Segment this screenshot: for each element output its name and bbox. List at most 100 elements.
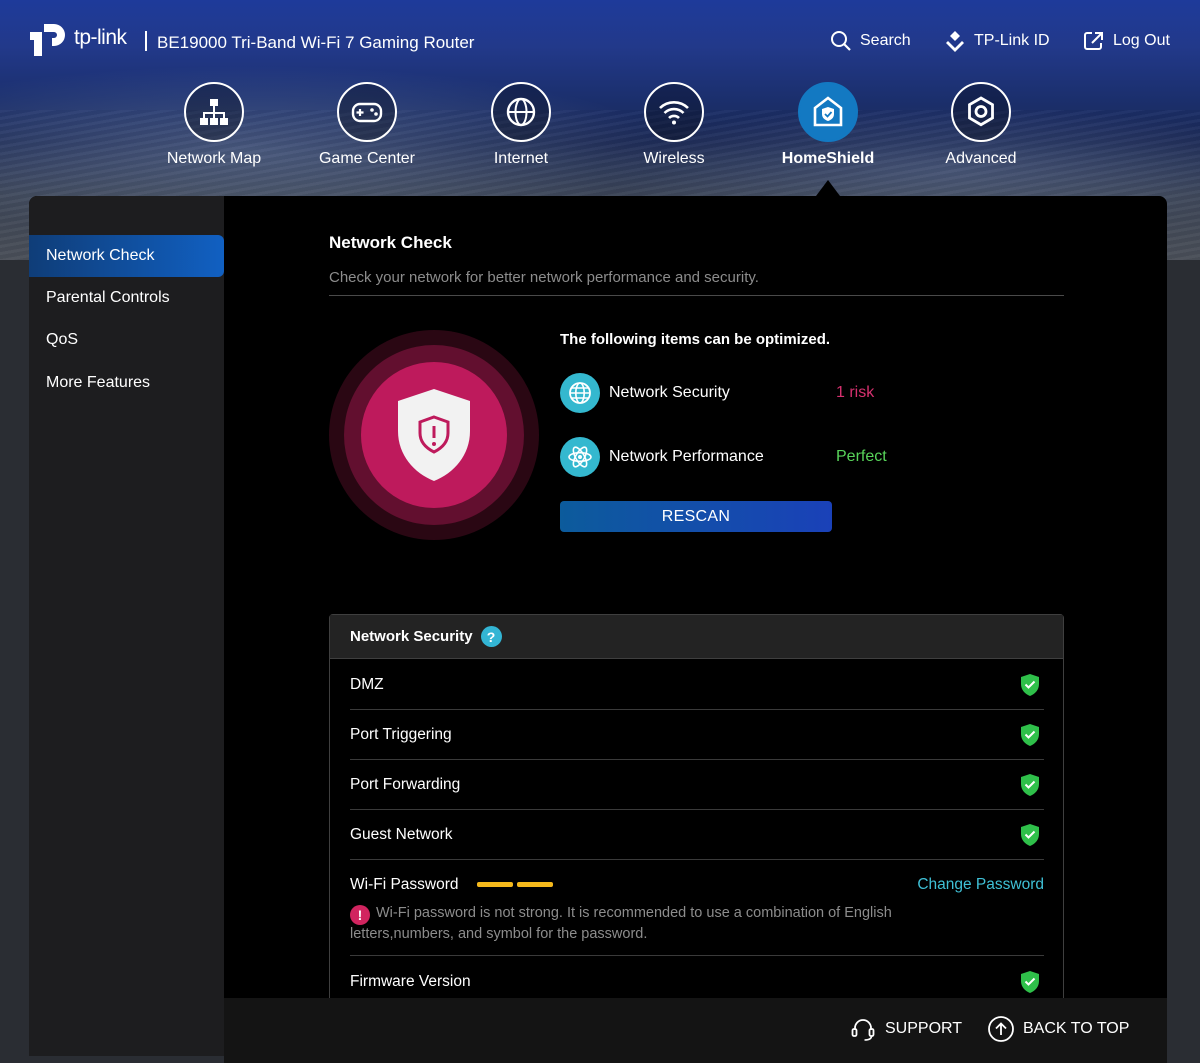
row-label: DMZ (350, 675, 384, 693)
row-label: Firmware Version (350, 973, 471, 990)
top-bar: tp-link BE19000 Tri-Band Wi-Fi 7 Gaming … (0, 0, 1200, 80)
nav-network-map[interactable]: Network Map (139, 82, 289, 168)
check-label: Network Performance (609, 448, 764, 465)
change-password-link[interactable]: Change Password (917, 876, 1044, 894)
check-network-performance: Network Performance Perfect (560, 437, 960, 477)
network-security-card: Network Security ? DMZ Port Triggering P… (329, 614, 1064, 1056)
optimize-title: The following items can be optimized. (560, 331, 831, 348)
status-ring (344, 345, 524, 525)
support-label: SUPPORT (885, 1020, 963, 1037)
security-row-port-forwarding: Port Forwarding (350, 760, 1044, 810)
nav-homeshield-circle (798, 82, 858, 142)
nav-advanced-circle (951, 82, 1011, 142)
help-icon[interactable]: ? (480, 626, 502, 647)
back-to-top-button[interactable]: BACK TO TOP (987, 1015, 1129, 1043)
warning-icon: ! (350, 905, 370, 925)
headset-icon (851, 1019, 875, 1041)
status-core (361, 362, 507, 508)
sidebar-item-qos[interactable]: QoS (29, 319, 224, 361)
shield-check-icon (1021, 674, 1039, 696)
check-status-risk: 1 risk (836, 384, 875, 401)
page-subtitle: Check your network for better network pe… (329, 269, 759, 286)
nav-label: Wireless (643, 150, 705, 167)
nav-game-center-circle (337, 82, 397, 142)
nav-advanced[interactable]: Advanced (906, 82, 1056, 168)
sidebar-item-network-check[interactable]: Network Check (29, 235, 224, 277)
password-strength-meter (477, 882, 553, 887)
divider (329, 295, 1064, 296)
row-label: Port Triggering (350, 725, 452, 743)
nav-label: Advanced (945, 150, 1017, 167)
nav-internet[interactable]: Internet (446, 82, 596, 168)
tplink-id-icon (946, 31, 964, 52)
risk-shield-icon (398, 389, 470, 481)
arrow-up-circle-icon (988, 1016, 1014, 1042)
homeshield-icon (813, 96, 843, 127)
shield-check-icon (1021, 971, 1039, 993)
main-panel: Network Check Parental Controls QoS More… (29, 196, 1167, 1056)
page-title: Network Check (329, 233, 452, 252)
network-security-header: Network Security ? (330, 615, 1063, 659)
support-button[interactable]: SUPPORT (849, 1015, 962, 1043)
logout-button[interactable]: Log Out (1083, 30, 1170, 52)
security-status-graphic (329, 330, 539, 540)
nav-wireless-circle (644, 82, 704, 142)
tplink-logo-icon[interactable] (28, 20, 70, 60)
footer-bar: SUPPORT BACK TO TOP (224, 998, 1167, 1063)
nav-network-map-circle (184, 82, 244, 142)
shield-check-icon (1021, 774, 1039, 796)
wifi-icon (659, 101, 689, 125)
nav-label: Game Center (318, 150, 416, 167)
brand-name: tp-link (74, 26, 127, 49)
nav-game-center[interactable]: Game Center (292, 82, 442, 168)
nav-homeshield[interactable]: HomeShield (753, 82, 903, 168)
brand-separator (145, 31, 147, 51)
back-to-top-label: BACK TO TOP (1023, 1020, 1130, 1037)
security-row-wifi-password: Wi-Fi Password Change Password ! Wi-Fi pa… (350, 860, 1044, 956)
nav-wireless[interactable]: Wireless (599, 82, 749, 168)
sidebar-item-label: More Features (46, 374, 151, 391)
sidebar: Network Check Parental Controls QoS More… (29, 196, 224, 1056)
security-row-guest-network: Guest Network (350, 810, 1044, 860)
tplink-id-label: TP-Link ID (974, 32, 1050, 49)
network-map-icon (200, 99, 228, 125)
sidebar-item-label: Network Check (46, 247, 155, 264)
row-label: Wi-Fi Password (350, 876, 459, 893)
sidebar-item-label: Parental Controls (46, 289, 170, 306)
security-row-port-triggering: Port Triggering (350, 710, 1044, 760)
check-label: Network Security (609, 384, 730, 401)
row-label: Port Forwarding (350, 775, 461, 793)
warning-text: Wi-Fi password is not strong. It is reco… (350, 905, 892, 942)
gamepad-icon (351, 102, 383, 123)
rescan-button[interactable]: RESCAN (560, 501, 832, 532)
globe-icon (506, 97, 536, 127)
sidebar-item-more-features[interactable]: More Features (29, 362, 224, 404)
globe-icon (560, 373, 600, 413)
logout-icon (1084, 32, 1103, 50)
tplink-id-button[interactable]: TP-Link ID (944, 30, 1050, 52)
product-name: BE19000 Tri-Band Wi-Fi 7 Gaming Router (157, 33, 475, 52)
active-nav-pointer (816, 180, 840, 196)
sidebar-item-parental-controls[interactable]: Parental Controls (29, 277, 224, 319)
sidebar-item-label: QoS (46, 331, 79, 348)
nav-label: Network Map (166, 150, 262, 167)
section-title: Network Security (350, 628, 473, 645)
search-icon (831, 31, 851, 51)
shield-check-icon (1021, 724, 1039, 746)
row-label: Guest Network (350, 825, 453, 843)
search-label: Search (860, 32, 911, 49)
security-row-dmz: DMZ (350, 660, 1044, 710)
strength-bar (517, 882, 553, 887)
nav-label: HomeShield (781, 150, 875, 167)
search-button[interactable]: Search (830, 30, 911, 52)
nav-internet-circle (491, 82, 551, 142)
gear-icon (968, 96, 994, 127)
main-navigation: Network Map Game Center Internet Wireles… (0, 82, 1200, 192)
logout-label: Log Out (1113, 32, 1170, 49)
strength-bar (477, 882, 513, 887)
shield-check-icon (1021, 824, 1039, 846)
password-warning: ! Wi-Fi password is not strong. It is rec… (350, 904, 950, 943)
atom-icon (560, 437, 600, 477)
nav-label: Internet (493, 150, 549, 167)
check-status-ok: Perfect (836, 448, 887, 465)
